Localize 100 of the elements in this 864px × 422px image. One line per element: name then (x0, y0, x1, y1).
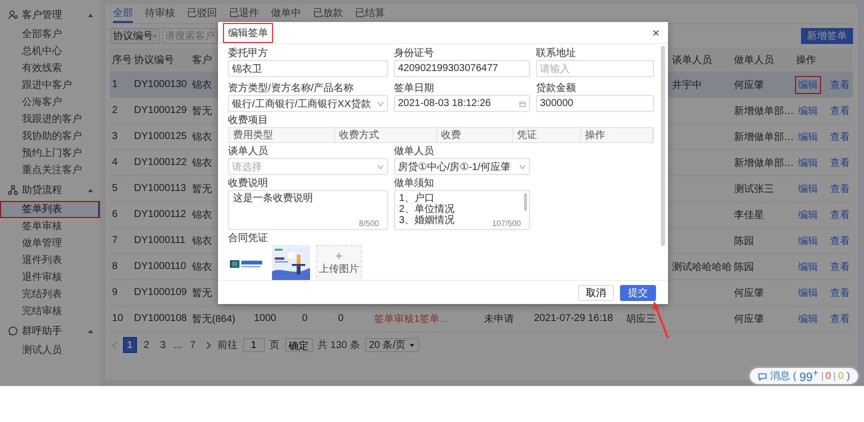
page-button[interactable]: 3 (157, 338, 169, 352)
table-cell-text: 新增做单部… (734, 104, 794, 118)
action-link[interactable]: 查看 (828, 154, 852, 170)
confirm-button[interactable]: 确定 (284, 338, 313, 352)
action-link[interactable]: 编辑 (796, 310, 820, 326)
sidebar-item[interactable]: 公海客户 (0, 94, 100, 111)
input-field[interactable]: 420902199303076477 (394, 60, 530, 77)
filter-select[interactable]: 协议编号 (110, 28, 160, 44)
table-row[interactable]: 10 DY1000108 暂无(864) 1000 0 0 签单审核1签单... 未申请 2021-07-29 16:18 胡应三 何应肇 编辑 查看 (110, 306, 853, 332)
page-size-select[interactable]: 20 条/页 (364, 338, 419, 352)
status-text: 签单审核1签单... (374, 312, 448, 326)
sidebar-item[interactable]: 签单审核 (0, 218, 100, 235)
table-cell-text: 锦衣 (192, 208, 212, 222)
text-line: 3、婚姻情况 (399, 215, 455, 226)
close-icon[interactable] (652, 28, 660, 36)
field-label: 联系地址 (536, 48, 577, 59)
tab[interactable]: 做单中 (271, 4, 301, 23)
field-label: 贷款金额 (536, 83, 577, 94)
tab[interactable]: 已结算 (355, 4, 385, 23)
sidebar-item[interactable]: 退件列表 (0, 252, 100, 269)
sidebar-group[interactable]: 助贷流程 (0, 179, 100, 201)
action-link[interactable]: 编辑 (796, 232, 820, 248)
chevron-down-icon (377, 164, 384, 170)
sidebar-item[interactable]: 做单管理 (0, 235, 100, 252)
tab[interactable]: 已退件 (229, 4, 259, 23)
sidebar-item[interactable]: 签单列表 (0, 201, 100, 218)
text-area[interactable]: 这是一条收费说明 8/500 (228, 190, 388, 230)
table-cell-text: 陈园 (734, 234, 754, 248)
sidebar-group[interactable]: 群呼助手 (0, 320, 100, 342)
page-input[interactable]: 1 (242, 338, 265, 352)
action-link[interactable]: 编辑 (796, 258, 820, 274)
date-field[interactable]: 2021-08-03 18:12:26 (394, 95, 530, 112)
sidebar-item[interactable]: 退件审核 (0, 269, 100, 286)
page-button[interactable]: 1 (124, 338, 136, 352)
message-count: 0 (826, 370, 832, 382)
page-button[interactable]: 2 (140, 338, 152, 352)
text-area[interactable]: 1、户口 2、单位情况 3、婚姻情况 107/500 (394, 190, 530, 230)
sidebar-group[interactable]: 客户管理 (0, 4, 100, 26)
sidebar-item[interactable]: 完结审核 (0, 303, 100, 320)
table-cell-text: 测试哈哈哈哈 (672, 260, 732, 274)
page-button[interactable]: 7 (187, 338, 199, 352)
message-widget[interactable]: 消息 ( 99$^{+}$ 0 0 ) (750, 368, 858, 384)
field-label: 谈单人员 (228, 146, 269, 157)
bracket: ( (792, 370, 796, 382)
cancel-button[interactable]: 取消 (578, 285, 614, 301)
table-cell-text: 何应肇 (734, 78, 764, 92)
action-link[interactable]: 编辑 (796, 76, 820, 92)
tab[interactable]: 全部 (113, 4, 133, 23)
column-header: 客户 (192, 54, 212, 66)
sidebar-item[interactable]: 有效线索 (0, 60, 100, 77)
chevron-down-icon (377, 100, 384, 106)
sidebar-item[interactable]: 我跟进的客户 (0, 111, 100, 128)
action-link[interactable]: 编辑 (796, 154, 820, 170)
table-cell: 7 (112, 235, 118, 246)
action-link[interactable]: 查看 (828, 76, 852, 92)
action-link[interactable]: 编辑 (796, 128, 820, 144)
chat-icon (8, 326, 18, 336)
action-link[interactable]: 查看 (828, 232, 852, 248)
scrollbar[interactable] (524, 193, 527, 211)
table-cell: 10 (112, 313, 124, 324)
message-count: 0 (838, 370, 844, 382)
action-link[interactable]: 查看 (828, 258, 852, 274)
column-header: 谈单人员 (672, 54, 712, 66)
sidebar-item[interactable]: 测试人员 (0, 342, 100, 359)
field-label: 委托甲方 (228, 48, 269, 59)
sidebar-item[interactable]: 跟进中客户 (0, 77, 100, 94)
chevron-left-icon (112, 340, 117, 350)
input-field[interactable]: 锦衣卫 (228, 60, 388, 77)
tab[interactable]: 已驳回 (187, 4, 217, 23)
action-link[interactable]: 编辑 (796, 206, 820, 222)
action-link[interactable]: 编辑 (796, 180, 820, 196)
column-header: 做单人员 (734, 54, 774, 66)
table-cell-text: 陈园 (734, 260, 754, 274)
tab[interactable]: 已放款 (313, 4, 343, 23)
message-label: 消息 (770, 370, 790, 383)
sidebar-item[interactable]: 完结列表 (0, 286, 100, 303)
action-link[interactable]: 查看 (828, 206, 852, 222)
action-link[interactable]: 查看 (828, 180, 852, 196)
chevron-right-icon (206, 340, 211, 350)
sidebar-item[interactable]: 全部客户 (0, 26, 100, 43)
plus-icon (335, 252, 343, 260)
sidebar-item[interactable]: 预约上门客户 (0, 145, 100, 162)
sidebar-item[interactable]: 我协助的客户 (0, 128, 100, 145)
table-cell: 3 (112, 131, 118, 142)
action-link[interactable]: 编辑 (796, 284, 820, 300)
new-button[interactable]: 新增签单 (801, 28, 853, 44)
action-link[interactable]: 查看 (828, 284, 852, 300)
character-counter: 8/500 (358, 219, 379, 228)
action-link[interactable]: 查看 (828, 102, 852, 118)
action-link[interactable]: 编辑 (796, 102, 820, 118)
action-link[interactable]: 查看 (828, 128, 852, 144)
select-field[interactable]: 房贷①中心/房①-1/何应肇 (394, 158, 530, 175)
tab[interactable]: 待审核 (145, 4, 175, 23)
select-field[interactable]: 银行/工商银行/工商银行XX贷款 (228, 95, 388, 112)
action-link[interactable]: 查看 (828, 310, 852, 326)
sidebar-item[interactable]: 重点关注客户 (0, 162, 100, 179)
input-field[interactable]: 300000 (536, 95, 654, 112)
sidebar-item[interactable]: 总机中心 (0, 43, 100, 60)
submit-button[interactable]: 提交 (620, 285, 656, 301)
upload-tile[interactable]: 上传图片 (316, 245, 362, 280)
